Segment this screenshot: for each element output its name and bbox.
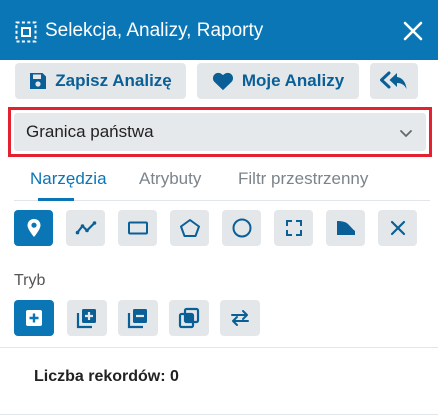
intersect-icon xyxy=(178,307,200,329)
tab-attributes[interactable]: Atrybuty xyxy=(139,169,201,189)
heart-icon xyxy=(212,72,233,91)
circle-icon xyxy=(232,218,251,238)
polyline-icon xyxy=(75,221,96,235)
expand-icon xyxy=(285,220,302,236)
freehand-tool-button[interactable] xyxy=(326,210,365,246)
mode-label: Tryb xyxy=(14,272,46,289)
layer-select-highlight: Granica państwa xyxy=(8,107,432,157)
rectangle-icon xyxy=(127,221,148,235)
circle-tool-button[interactable] xyxy=(222,210,261,246)
tab-tools[interactable]: Narzędzia xyxy=(30,169,107,189)
add-to-selection-mode-button[interactable] xyxy=(67,300,107,336)
close-icon xyxy=(390,220,405,236)
chevron-down-icon xyxy=(400,130,412,138)
save-analysis-button[interactable]: Zapisz Analizę xyxy=(15,63,186,99)
save-icon xyxy=(30,73,47,89)
freehand-shape-icon xyxy=(336,221,355,235)
plus-square-icon xyxy=(26,310,42,326)
tab-spatial-filter[interactable]: Filtr przestrzenny xyxy=(238,169,368,189)
record-count: Liczba rekordów: 0 xyxy=(34,368,179,385)
my-analyses-button[interactable]: Moje Analizy xyxy=(197,63,359,99)
swap-selection-mode-button[interactable] xyxy=(220,300,260,336)
polygon-tool-button[interactable] xyxy=(170,210,209,246)
clear-tool-button[interactable] xyxy=(378,210,417,246)
rectangle-tool-button[interactable] xyxy=(118,210,157,246)
bottom-divider xyxy=(0,414,438,415)
panel-title: Selekcja, Analizy, Raporty xyxy=(45,20,264,41)
reply-all-icon xyxy=(380,71,407,89)
back-button[interactable] xyxy=(370,63,418,99)
point-tool-button[interactable] xyxy=(14,210,53,246)
my-analyses-label: Moje Analizy xyxy=(241,71,345,90)
map-pin-icon xyxy=(27,219,40,237)
panel-header: Selekcja, Analizy, Raporty xyxy=(0,0,438,60)
tab-bar: Narzędzia Atrybuty Filtr przestrzenny xyxy=(14,165,430,201)
pentagon-icon xyxy=(179,219,200,237)
intersect-selection-mode-button[interactable] xyxy=(169,300,209,336)
add-layers-icon xyxy=(76,309,96,329)
remove-from-selection-mode-button[interactable] xyxy=(118,300,158,336)
close-icon[interactable] xyxy=(402,20,424,42)
remove-layers-icon xyxy=(127,309,147,329)
active-tab-indicator xyxy=(38,198,74,201)
swap-arrows-icon xyxy=(231,310,249,326)
selection-icon xyxy=(15,21,37,43)
layer-select[interactable]: Granica państwa xyxy=(14,113,426,151)
save-analysis-label: Zapisz Analizę xyxy=(55,71,172,90)
section-divider xyxy=(0,347,438,348)
extent-tool-button[interactable] xyxy=(274,210,313,246)
layer-select-value: Granica państwa xyxy=(26,122,154,141)
polyline-tool-button[interactable] xyxy=(66,210,105,246)
new-selection-mode-button[interactable] xyxy=(14,300,54,336)
